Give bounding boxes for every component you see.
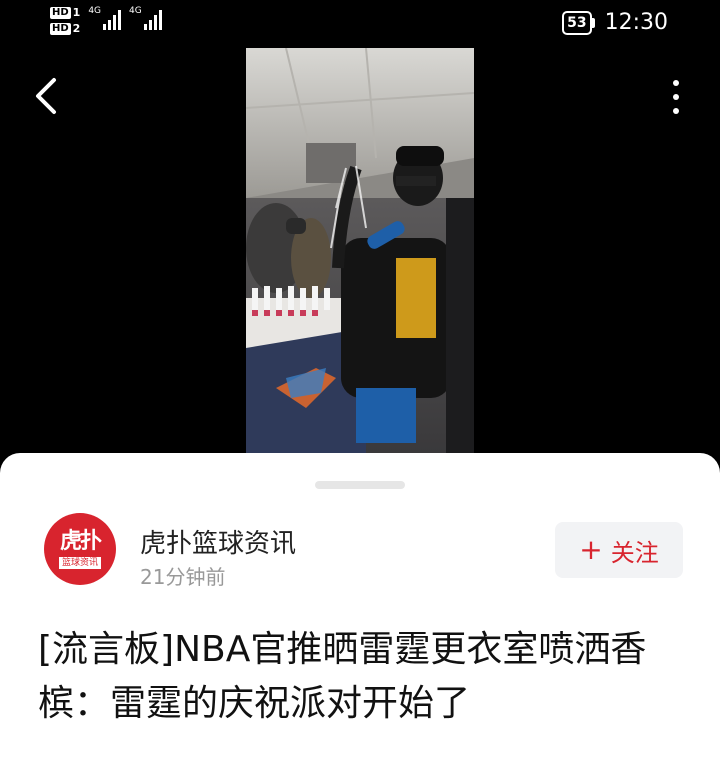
back-icon[interactable] (30, 76, 64, 116)
author-avatar[interactable]: 虎扑 篮球资讯 (44, 513, 116, 585)
hd-sub: 2 (72, 22, 81, 35)
status-left: HD 1 HD 2 4G 4G (50, 6, 162, 35)
hd-sub: 1 (72, 6, 81, 19)
hd-indicators: HD 1 HD 2 (50, 6, 80, 35)
network-type: 4G (129, 6, 142, 16)
battery-level: 53 (562, 10, 592, 35)
follow-label: 关注 (610, 538, 659, 567)
drag-handle[interactable] (315, 481, 405, 489)
video-frame[interactable] (246, 48, 474, 453)
battery-icon: 53 (562, 10, 595, 35)
author-name[interactable]: 虎扑篮球资讯 (140, 523, 296, 560)
hd-badge-2: HD 2 (50, 22, 80, 35)
signal-icon-2: 4G (129, 6, 162, 30)
plus-icon: + (579, 533, 603, 566)
post-title: [流言板]NBA官推晒雷霆更衣室喷洒香槟：雷霆的庆祝派对开始了 (38, 629, 647, 724)
post-time: 21分钟前 (140, 565, 226, 589)
clock: 12:30 (604, 10, 668, 35)
signal-icon-1: 4G (88, 6, 122, 30)
celebration-photo (246, 48, 474, 453)
avatar-logo-text: 虎扑 (59, 529, 102, 554)
hd-badge-1: HD 1 (50, 6, 80, 19)
hd-label: HD (50, 6, 71, 19)
more-options-icon[interactable] (664, 76, 688, 118)
hd-label: HD (50, 22, 71, 35)
follow-button[interactable]: + 关注 (555, 522, 683, 578)
avatar-logo-subtext: 篮球资讯 (58, 557, 101, 569)
status-right: 53 12:30 (562, 10, 668, 35)
status-bar: HD 1 HD 2 4G 4G 53 12:30 (0, 0, 720, 48)
article-sheet: 虎扑 篮球资讯 虎扑篮球资讯 21分钟前 + 关注 [流言板]NBA官推晒雷霆更… (0, 453, 720, 776)
network-type: 4G (88, 6, 102, 16)
